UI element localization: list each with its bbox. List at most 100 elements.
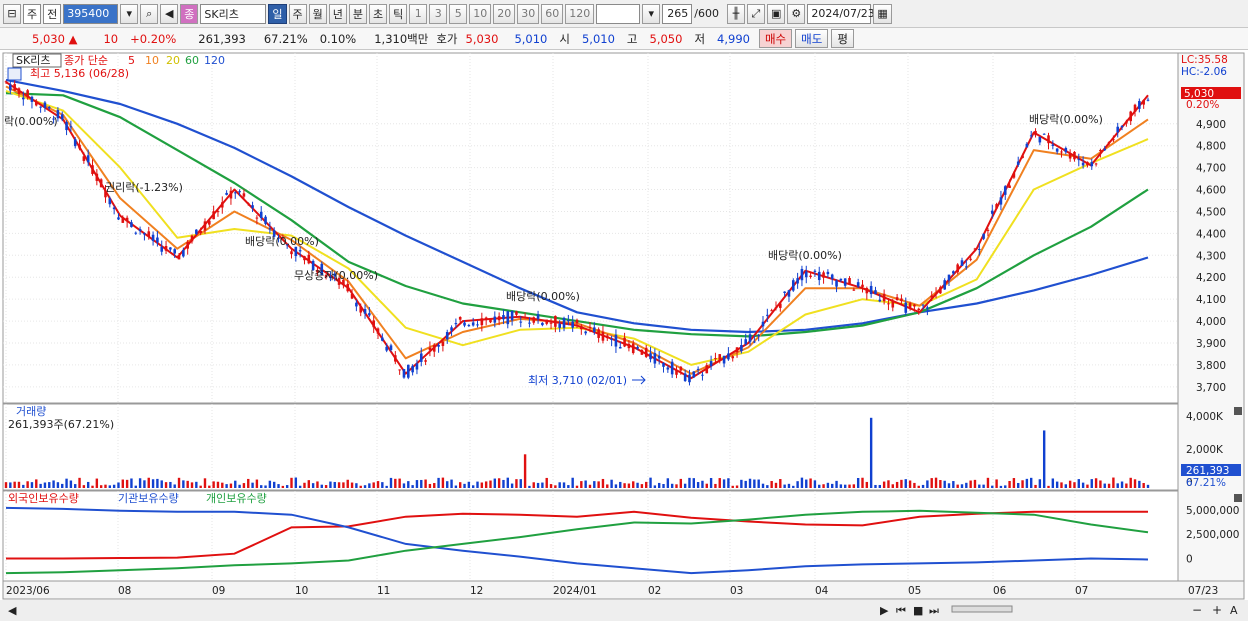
stop-icon[interactable]: ■	[913, 604, 923, 617]
interval-60-button[interactable]: 60	[541, 3, 564, 24]
candle-body	[904, 302, 908, 313]
code-dropdown-icon[interactable]: ▾	[120, 3, 139, 24]
candle-body	[917, 308, 921, 311]
candle-body	[164, 245, 168, 251]
volume-bar	[350, 482, 354, 488]
volume-bar	[22, 484, 25, 488]
volume-bar	[1116, 483, 1119, 488]
price-y-tick: 4,200	[1196, 272, 1226, 284]
speaker-icon[interactable]: ◀	[160, 3, 179, 24]
candle-body	[1146, 99, 1150, 101]
interval-10-button[interactable]: 10	[469, 3, 492, 24]
volume-bar	[385, 485, 388, 488]
volume-bar	[43, 482, 47, 488]
sell-button[interactable]: 매도	[795, 29, 829, 48]
interval-120-button[interactable]: 120	[565, 3, 595, 24]
candle-body	[969, 258, 972, 260]
save-icon[interactable]: ▣	[766, 3, 786, 24]
zoom-out-icon[interactable]: −	[1192, 603, 1202, 617]
candle-body	[1042, 133, 1046, 135]
candle-body	[134, 232, 138, 234]
candle-body	[476, 324, 479, 326]
chart-canvas[interactable]: 4,900 4,800 4,700 4,600 4,500 4,400 4,300 4,200…	[0, 50, 1248, 621]
settings-gear-icon[interactable]: ⚙	[787, 3, 806, 24]
candle-body	[787, 290, 791, 297]
stock-name-field[interactable]: SK리츠	[200, 3, 267, 24]
period-month-button[interactable]: 월	[308, 3, 327, 24]
volume-bar	[666, 478, 670, 488]
candle-body	[796, 278, 799, 284]
date-field[interactable]: 2024/07/23	[807, 3, 875, 24]
display-count-input[interactable]: 265	[662, 3, 693, 24]
volume-bar	[895, 481, 899, 488]
scroll-right-icon[interactable]: ▶	[880, 604, 889, 617]
search-icon[interactable]: ⌕	[140, 3, 159, 24]
chart-menu-icon[interactable]: ⊟	[3, 3, 21, 24]
candle-body	[484, 317, 488, 320]
candle-body	[467, 325, 471, 327]
prev-select[interactable]: 전	[43, 3, 62, 24]
candle-body	[34, 101, 38, 106]
interval-dropdown-icon[interactable]: ▾	[642, 3, 661, 24]
interval-30-button[interactable]: 30	[517, 3, 540, 24]
scroll-left-icon[interactable]: ◀	[8, 604, 17, 617]
interval-1-button[interactable]: 1	[409, 3, 428, 24]
zoom-slider[interactable]	[951, 605, 1013, 613]
period-day-button[interactable]: 일	[268, 3, 287, 24]
volume-bar	[195, 481, 198, 488]
volume-bar	[1047, 485, 1050, 488]
candle-body	[895, 297, 899, 301]
zoom-in-icon[interactable]: +	[1212, 603, 1222, 617]
ask-price-2: 5,010	[514, 31, 548, 46]
last-page-icon[interactable]: ⏭	[929, 604, 939, 617]
holdings-panel-close-icon[interactable]	[1234, 494, 1242, 502]
interval-3-button[interactable]: 3	[429, 3, 448, 24]
volume-bar	[290, 477, 293, 488]
volume-bar	[1064, 484, 1068, 488]
candle-type-icon[interactable]: ╫	[726, 3, 745, 24]
calendar-icon[interactable]: ▦	[873, 3, 892, 24]
volume-bar	[1107, 483, 1111, 488]
candle-body	[350, 293, 354, 299]
interval-custom-input[interactable]	[596, 3, 641, 24]
price-change: 10	[103, 31, 119, 46]
open-label: 시	[559, 31, 570, 46]
volume-bar	[1133, 479, 1137, 488]
volume-bar	[221, 482, 224, 488]
holdings-individual-label: 개인보유수량	[206, 492, 267, 505]
candle-body	[965, 266, 968, 268]
candle-body	[1051, 144, 1055, 146]
eval-button[interactable]: 평	[831, 29, 854, 48]
candle-body	[1090, 162, 1094, 167]
font-size-icon[interactable]: A	[1230, 604, 1238, 617]
volume-bar	[999, 485, 1003, 488]
stock-code-input[interactable]: 395400	[63, 3, 119, 24]
volume-bar	[307, 480, 311, 488]
first-page-icon[interactable]: ⏮	[896, 604, 906, 617]
period-tick-button[interactable]: 틱	[389, 3, 408, 24]
period-minute-button[interactable]: 분	[348, 3, 367, 24]
interval-20-button[interactable]: 20	[493, 3, 516, 24]
candle-body	[714, 358, 717, 360]
candle-body	[225, 192, 228, 195]
legend-grid-icon[interactable]	[7, 67, 22, 81]
volume-bar	[701, 480, 704, 488]
candle-body	[108, 198, 112, 205]
volume-bar	[1060, 482, 1063, 488]
candle-body	[1086, 161, 1089, 166]
buy-button[interactable]: 매수	[758, 29, 793, 48]
period-year-button[interactable]: 년	[328, 3, 347, 24]
volume-panel-close-icon[interactable]	[1234, 407, 1242, 415]
candle-body	[156, 237, 159, 243]
draw-tool-icon[interactable]: ⤢	[746, 3, 765, 24]
candle-body	[398, 369, 401, 371]
volume-bar	[1129, 477, 1132, 488]
period-type-select[interactable]: 주	[23, 3, 42, 24]
volume-y-tick: 2,000K	[1186, 444, 1224, 456]
candle-body	[1133, 104, 1137, 112]
interval-5-button[interactable]: 5	[449, 3, 468, 24]
volume-bar	[913, 482, 916, 488]
period-second-button[interactable]: 초	[369, 3, 388, 24]
candle-body	[458, 317, 462, 320]
period-week-button[interactable]: 주	[288, 3, 307, 24]
